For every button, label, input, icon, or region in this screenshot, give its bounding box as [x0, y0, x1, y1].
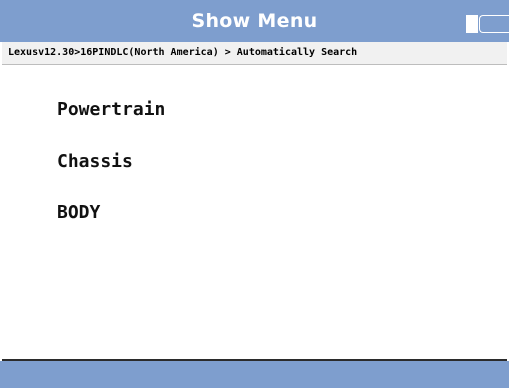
breadcrumb-path: Lexusv12.30>16PINDLC(North America) > Au…	[8, 47, 358, 58]
battery-icon	[466, 15, 509, 34]
battery-level	[466, 15, 478, 33]
menu-list: Powertrain Chassis BODY	[2, 65, 507, 361]
menu-item-body[interactable]: BODY	[57, 202, 100, 224]
battery-body	[479, 15, 509, 33]
menu-item-chassis[interactable]: Chassis	[57, 151, 133, 173]
breadcrumb: Lexusv12.30>16PINDLC(North America) > Au…	[2, 42, 507, 65]
bottom-bar	[0, 361, 509, 388]
title-bar: Show Menu	[0, 0, 509, 42]
app-screen: Show Menu Lexusv12.30>16PINDLC(North Ame…	[0, 0, 509, 388]
page-title: Show Menu	[191, 10, 318, 32]
menu-item-powertrain[interactable]: Powertrain	[57, 99, 165, 121]
